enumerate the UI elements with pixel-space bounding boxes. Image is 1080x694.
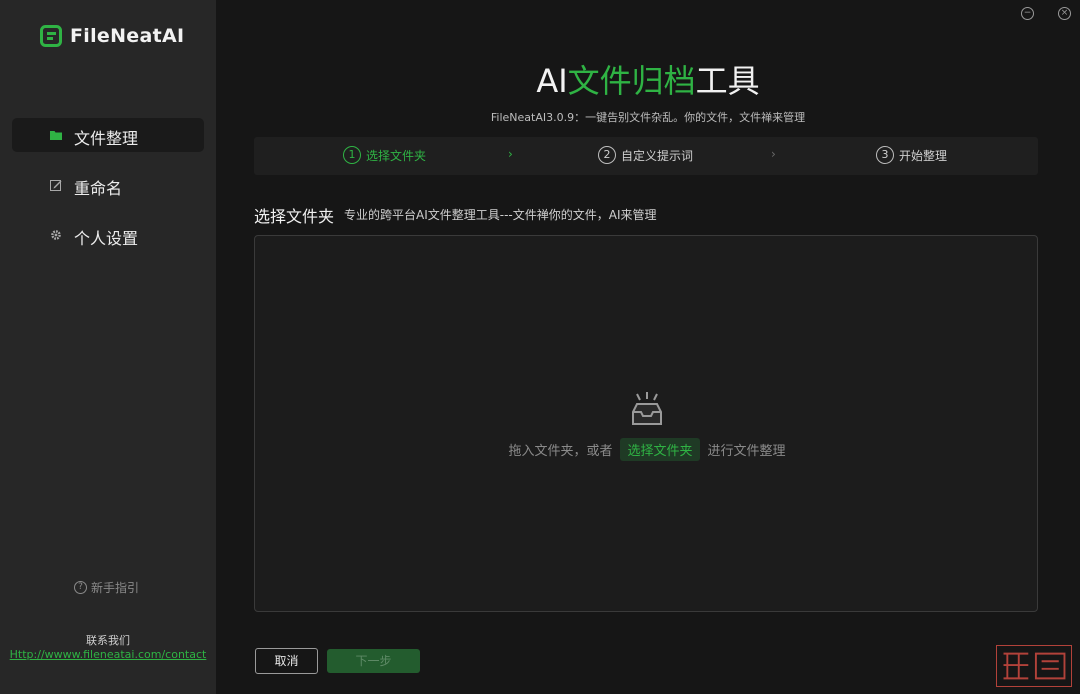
cancel-button[interactable]: 取消 (255, 648, 318, 674)
minimize-circle-icon[interactable]: − (1021, 7, 1034, 20)
step-number: 1 (343, 146, 361, 164)
select-folder-button[interactable]: 选择文件夹 (620, 438, 700, 461)
sidebar: FileNeatAI 文件整理 重命名 个人设置 ? 新手指引 联系我们 Htt… (0, 0, 216, 694)
close-circle-icon[interactable]: × (1058, 7, 1071, 20)
steps-bar: 1 选择文件夹 › 2 自定义提示词 › 3 开始整理 (254, 137, 1038, 175)
step-start-organize[interactable]: 3 开始整理 (876, 146, 947, 164)
sidebar-item-file-organize[interactable]: 文件整理 (12, 118, 204, 152)
dropzone-text-before: 拖入文件夹，或者 (508, 444, 613, 459)
next-step-button[interactable]: 下一步 (327, 649, 420, 673)
brand-name: FileNeatAI (70, 25, 185, 47)
section-title: 选择文件夹 (254, 207, 335, 226)
step-label: 自定义提示词 (621, 148, 694, 163)
guide-link[interactable]: ? 新手指引 (74, 579, 139, 596)
title-suffix: 工具 (695, 62, 760, 100)
page-title: AI文件归档工具 (216, 56, 1080, 102)
title-accent: 文件归档 (567, 62, 696, 100)
sidebar-item-settings[interactable]: 个人设置 (12, 218, 204, 252)
section-description: 专业的跨平台AI文件整理工具---文件禅你的文件，AI来管理 (344, 208, 657, 222)
page-subtitle: FileNeatAI3.0.9：一键告别文件杂乱。你的文件，文件禅来管理 (490, 111, 806, 124)
brand: FileNeatAI (40, 22, 184, 50)
dropzone-text-after: 进行文件整理 (707, 444, 786, 459)
folder-dropzone[interactable]: 拖入文件夹，或者 选择文件夹 进行文件整理 (254, 235, 1038, 612)
contact-link[interactable]: Http://wwww.fileneatai.com/contact (0, 648, 216, 661)
watermark-stamp-icon (996, 645, 1072, 687)
contact-title: 联系我们 (86, 634, 130, 647)
step-label: 开始整理 (899, 148, 948, 163)
dropzone-text: 拖入文件夹，或者 选择文件夹 进行文件整理 (255, 438, 1039, 461)
step-number: 2 (598, 146, 616, 164)
guide-label: 新手指引 (91, 581, 140, 595)
step-select-folder[interactable]: 1 选择文件夹 (343, 146, 426, 164)
sidebar-item-label: 个人设置 (74, 229, 139, 248)
step-label: 选择文件夹 (366, 148, 427, 163)
edit-icon (50, 180, 62, 191)
title-prefix: AI (536, 62, 568, 100)
step-custom-prompt[interactable]: 2 自定义提示词 (598, 146, 693, 164)
step-number: 3 (876, 146, 894, 164)
chevron-right-icon: › (771, 147, 776, 161)
sidebar-item-label: 重命名 (74, 179, 123, 198)
inbox-icon (632, 392, 662, 425)
fileneat-logo-icon (40, 25, 62, 47)
chevron-right-icon: › (508, 147, 513, 161)
sidebar-item-rename[interactable]: 重命名 (12, 168, 204, 202)
folder-icon (50, 131, 62, 140)
gear-icon (51, 230, 61, 240)
sidebar-item-label: 文件整理 (74, 129, 139, 148)
question-circle-icon: ? (74, 581, 87, 594)
